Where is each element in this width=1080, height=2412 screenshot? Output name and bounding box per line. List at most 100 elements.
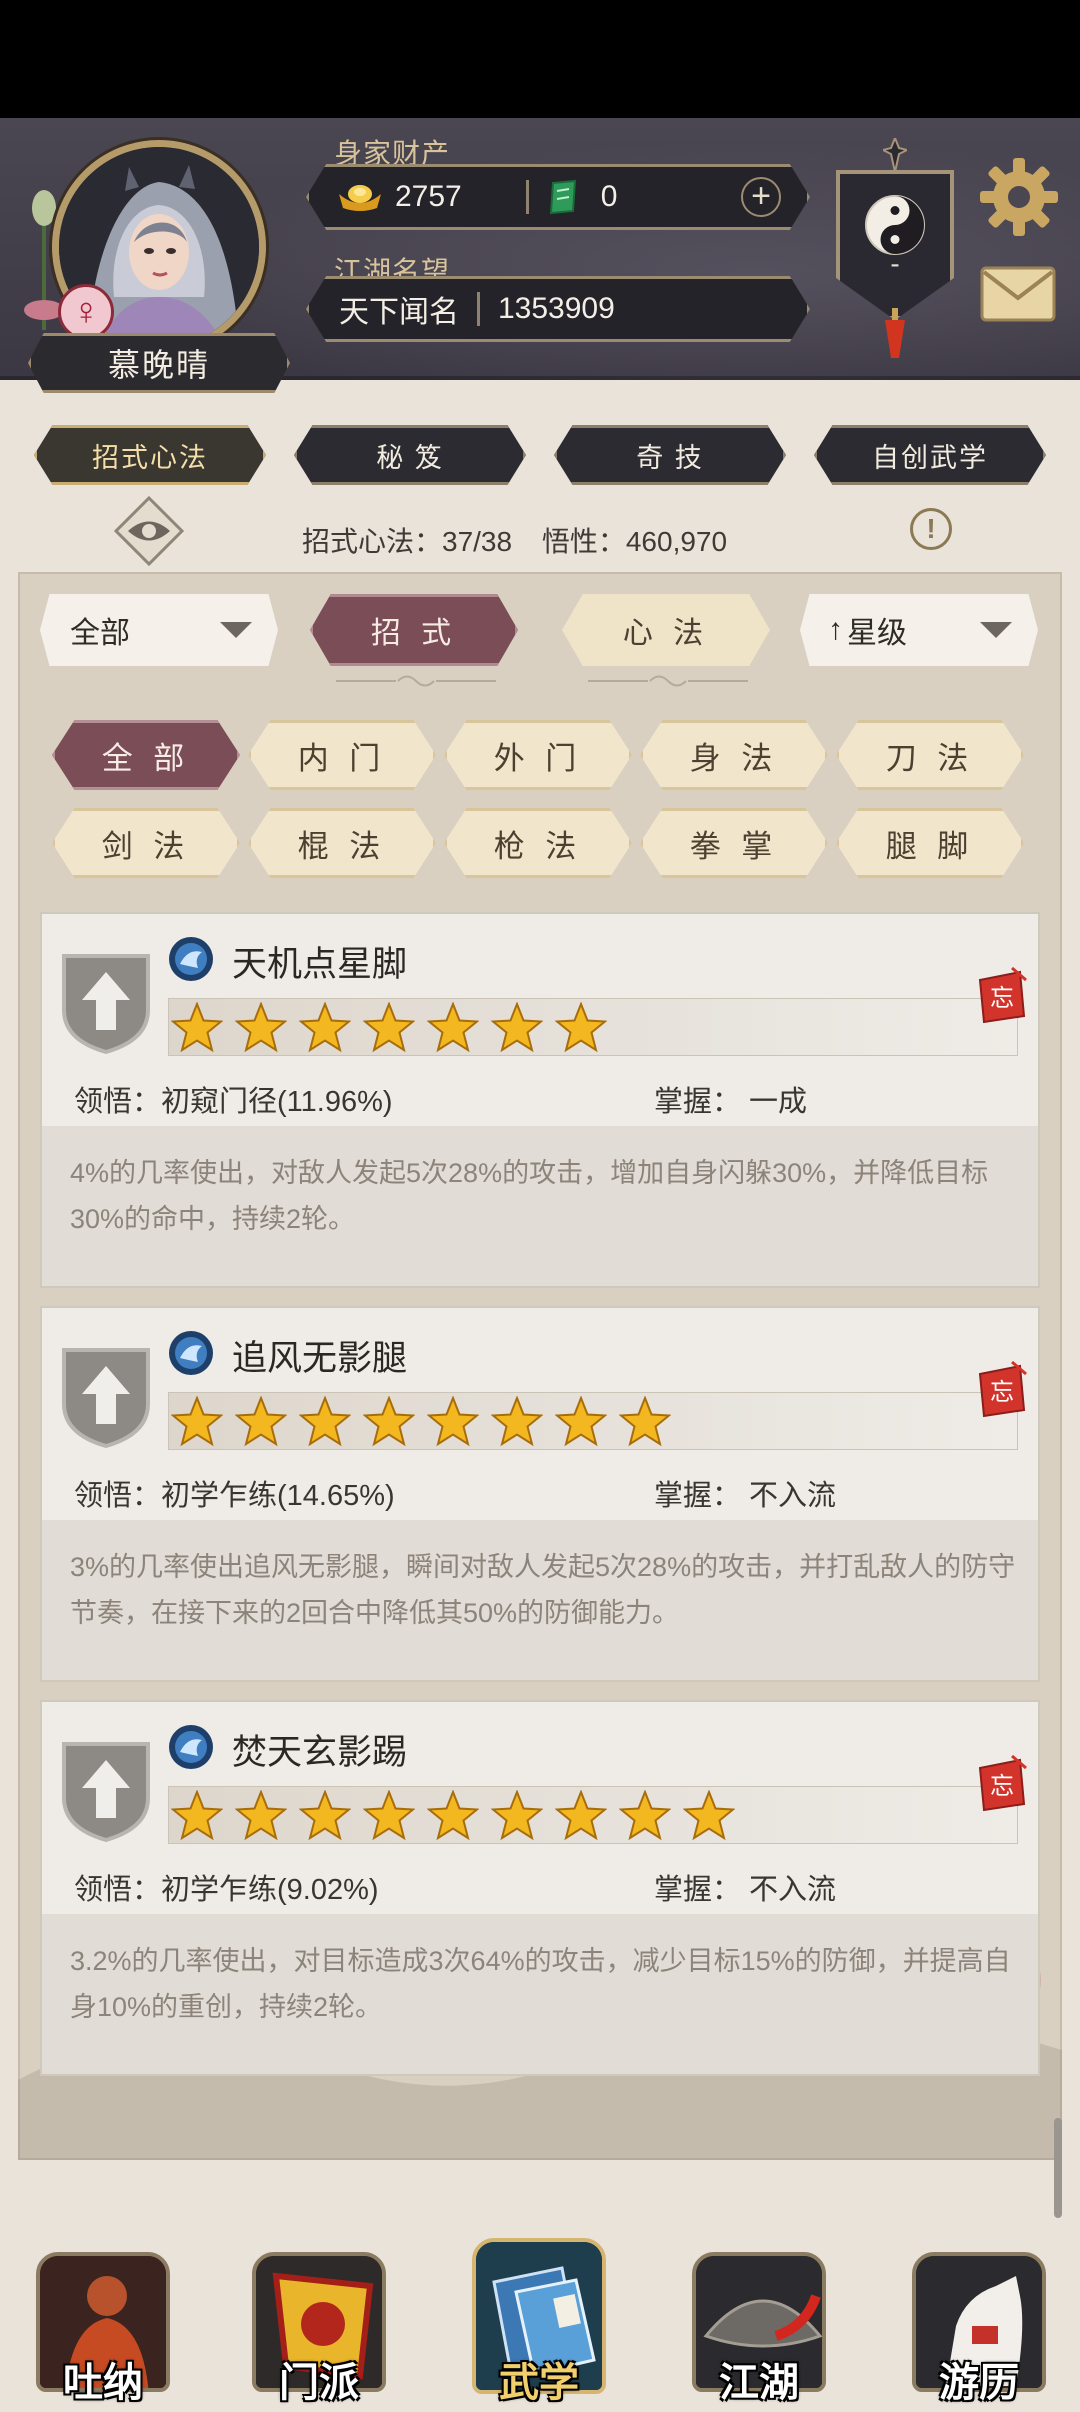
status-bar [0,0,1080,118]
category-spear[interactable]: 枪 法 [444,808,632,878]
skill-card[interactable]: 焚天玄影踢 忘 领悟：初学乍练(9.02%) 掌握： 不入流 3.2%的几率使出… [40,1700,1040,2076]
segment-moves[interactable]: 招 式 [310,594,518,666]
star-icon [363,1396,415,1447]
eye-icon[interactable] [114,496,184,566]
category-blade[interactable]: 刀 法 [836,720,1024,790]
nav-sect[interactable]: 门派 [244,2238,394,2408]
star-icon [171,1396,223,1447]
jade-ticket-icon [549,179,576,215]
category-sword[interactable]: 剑 法 [52,808,240,878]
reputation-bar: 天下闻名 1353909 [306,276,810,342]
skill-name: 天机点星脚 [232,945,408,984]
leg-skill-orb-icon [169,1725,213,1769]
mastery-text: 掌握： 不入流 [654,1480,837,1512]
star-rating [168,1786,1018,1844]
category-outer[interactable]: 外 门 [444,720,632,790]
star-icon [555,1790,607,1841]
nav-martial-arts[interactable]: 武学 [464,2238,614,2408]
skill-name: 焚天玄影踢 [232,1733,408,1772]
star-icon [235,1790,287,1841]
scrollbar[interactable] [1054,2118,1062,2218]
svg-text:忘: 忘 [990,1772,1014,1800]
info-icon[interactable]: ! [910,508,952,550]
svg-text:忘: 忘 [990,984,1014,1012]
bottom-navigation: 吐纳 门派 武学 江湖 游历 [0,2210,1080,2412]
star-icon [235,1396,287,1447]
chevron-down-icon [220,622,252,638]
nav-breathing[interactable]: 吐纳 [28,2238,178,2408]
star-icon [171,1790,223,1841]
category-leg[interactable]: 腿 脚 [836,808,1024,878]
star-rating [168,998,1018,1056]
skill-description: 3%的几率使出追风无影腿，瞬间对敌人发起5次28%的攻击，并打乱敌人的防守节奏，… [70,1552,1016,1628]
tab-special-skill[interactable]: 奇 技 [554,425,786,485]
star-icon [235,1002,287,1053]
mastery-text: 掌握： 不入流 [654,1874,837,1906]
sect-value: - [890,248,900,279]
wealth-bar: 2757 0 + [306,164,810,230]
gender-female-icon: ♀ [58,284,114,340]
skill-name: 追风无影腿 [232,1339,408,1378]
star-icon [363,1790,415,1841]
forget-tag-icon[interactable]: 忘 [976,1360,1028,1418]
mail-envelope-icon[interactable] [980,266,1056,322]
category-fist[interactable]: 拳 掌 [640,808,828,878]
gold-amount: 2757 [395,180,462,213]
star-icon [491,1396,543,1447]
forget-tag-icon[interactable]: 忘 [976,966,1028,1024]
star-icon [491,1790,543,1841]
upgrade-shield-icon[interactable] [60,1344,152,1448]
player-name: 慕晚晴 [107,347,210,383]
upgrade-shield-icon[interactable] [60,1738,152,1842]
star-icon [299,1790,351,1841]
svg-text:忘: 忘 [990,1378,1014,1406]
star-icon [299,1396,351,1447]
insight-value: 悟性：460,970 [541,526,728,557]
mastery-text: 掌握： 一成 [654,1086,808,1118]
forget-tag-icon[interactable]: 忘 [976,1754,1028,1812]
jade-amount: 0 [600,180,618,213]
star-icon [363,1002,415,1053]
player-name-plate: 慕晚晴 [28,333,290,393]
arrow-up-icon: ↑ [828,613,843,646]
skill-description: 3.2%的几率使出，对目标造成3次64%的攻击，减少目标15%的防御，并提高自身… [70,1946,1011,2022]
sort-dropdown[interactable]: ↑ 星级 [800,594,1038,666]
tab-secret-manual[interactable]: 秘 笈 [294,425,526,485]
type-filter-dropdown[interactable]: 全部 [40,594,278,666]
yin-yang-icon [865,195,925,255]
star-icon [683,1790,735,1841]
category-staff[interactable]: 棍 法 [248,808,436,878]
category-all[interactable]: 全 部 [52,720,240,790]
leg-skill-orb-icon [169,937,213,981]
star-icon [427,1002,479,1053]
chevron-down-icon [980,622,1012,638]
star-rating [168,1392,1018,1450]
star-icon [299,1002,351,1053]
add-currency-button[interactable]: + [741,177,781,217]
category-inner[interactable]: 内 门 [248,720,436,790]
star-icon [171,1002,223,1053]
star-icon [555,1396,607,1447]
gold-ingot-icon [339,185,381,211]
tab-self-created[interactable]: 自创武学 [814,425,1046,485]
star-icon [427,1790,479,1841]
cloud-ornament-icon [588,675,748,687]
fleur-ornament-icon [883,138,907,172]
skill-stats: 招式心法：37/38 悟性：460,970 [302,520,749,560]
skill-card[interactable]: 追风无影腿 忘 领悟：初学乍练(14.65%) 掌握： 不入流 3%的几率使出追… [40,1306,1040,1682]
segment-mind[interactable]: 心 法 [562,594,770,666]
leg-skill-orb-icon [169,1331,213,1375]
tab-moves-and-mind[interactable]: 招式心法 [34,425,266,485]
star-icon [427,1396,479,1447]
category-footwork[interactable]: 身 法 [640,720,828,790]
skill-description: 4%的几率使出，对敌人发起5次28%的攻击，增加自身闪躲30%，并降低目标30%… [70,1158,989,1234]
star-icon [491,1002,543,1053]
skill-card[interactable]: 天机点星脚 忘 领悟：初窥门径(11.96%) 掌握： 一成 4%的几率使出，对… [40,912,1040,1288]
star-icon [619,1790,671,1841]
nav-jianghu[interactable]: 江湖 [684,2238,834,2408]
tassel-icon [885,308,905,358]
upgrade-shield-icon[interactable] [60,950,152,1054]
comprehension-text: 领悟：初窥门径(11.96%) [74,1086,393,1118]
settings-gear-icon[interactable] [978,156,1060,238]
nav-travel[interactable]: 游历 [904,2238,1054,2408]
